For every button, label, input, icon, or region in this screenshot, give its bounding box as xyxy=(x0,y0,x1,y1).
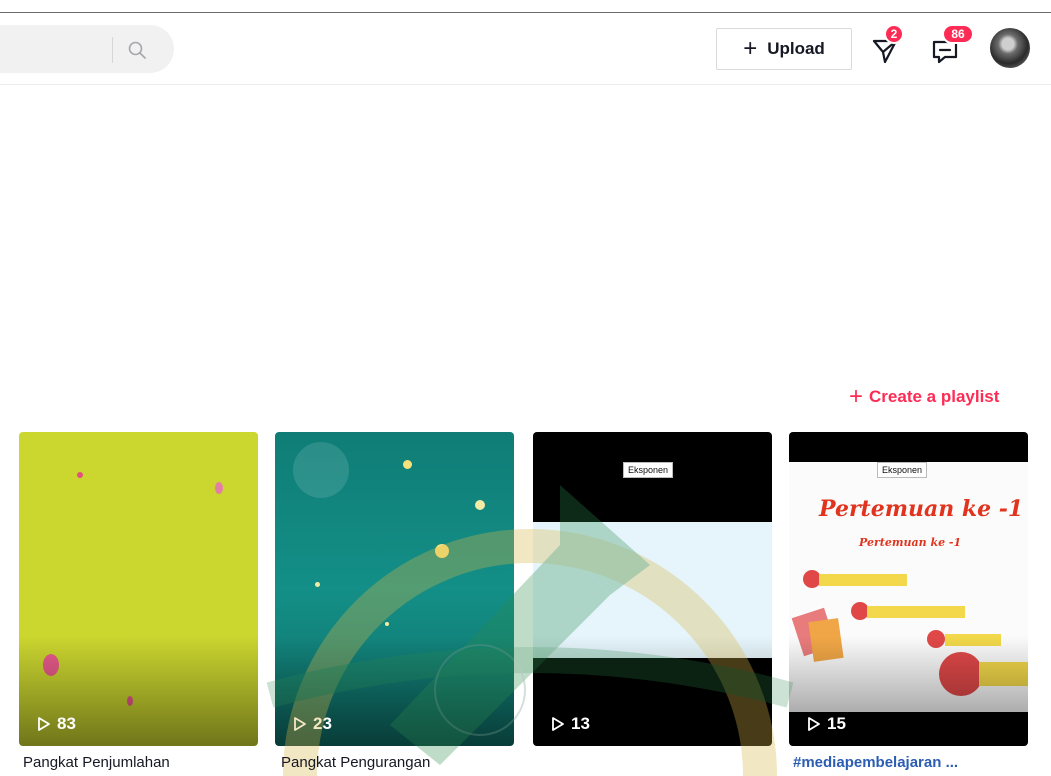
view-count-value: 15 xyxy=(827,714,846,733)
view-count-value: 23 xyxy=(313,714,332,733)
video-card[interactable]: Eksponen Pertemuan ke -1 Pertemuan ke -1… xyxy=(789,432,1028,746)
decoration xyxy=(385,622,389,626)
decoration xyxy=(819,574,907,586)
view-count: 83 xyxy=(37,714,76,734)
inbox-badge: 2 xyxy=(884,24,904,44)
decoration xyxy=(435,544,449,558)
create-playlist-button[interactable]: + Create a playlist xyxy=(849,385,999,409)
search-button[interactable] xyxy=(122,35,152,65)
video-title-hashtag[interactable]: #mediapembelajaran ... xyxy=(793,754,958,771)
view-count-value: 83 xyxy=(57,714,76,733)
plus-icon: + xyxy=(743,35,758,62)
play-icon xyxy=(808,717,820,731)
decoration xyxy=(403,460,412,469)
view-count: 23 xyxy=(293,714,332,734)
video-card[interactable]: Eksponen 13 xyxy=(533,432,772,746)
view-count: 15 xyxy=(807,714,846,734)
upload-label: Upload xyxy=(767,39,825,58)
upload-button[interactable]: + Upload xyxy=(716,28,852,70)
video-title[interactable]: Pangkat Pengurangan xyxy=(281,754,430,771)
inbox-button[interactable]: 2 xyxy=(870,24,904,68)
search-icon xyxy=(128,41,146,59)
play-icon xyxy=(38,717,50,731)
video-title[interactable]: Pangkat Penjumlahan xyxy=(23,754,170,771)
decoration xyxy=(215,482,223,494)
search-divider xyxy=(112,37,113,63)
play-icon xyxy=(552,717,564,731)
video-card[interactable]: 23 xyxy=(275,432,514,746)
plus-icon: + xyxy=(849,383,864,410)
messages-button[interactable]: 86 xyxy=(930,24,974,68)
top-header: + Upload 2 86 xyxy=(0,13,1051,85)
cover-label: Eksponen xyxy=(877,462,928,478)
create-playlist-label: Create a playlist xyxy=(869,387,1000,406)
cover-label: Eksponen xyxy=(623,462,674,478)
search-input[interactable] xyxy=(8,25,108,73)
messages-badge: 86 xyxy=(942,24,974,44)
play-icon xyxy=(294,717,306,731)
decoration xyxy=(475,500,485,510)
view-count-value: 13 xyxy=(571,714,590,733)
view-count: 13 xyxy=(551,714,590,734)
decoration xyxy=(77,472,83,478)
cover-subheading: Pertemuan ke -1 xyxy=(859,536,962,549)
search-bar xyxy=(0,25,174,73)
video-card[interactable]: 83 xyxy=(19,432,258,746)
decoration xyxy=(867,606,965,618)
avatar[interactable] xyxy=(990,28,1030,68)
cover-heading: Pertemuan ke -1 xyxy=(819,496,1024,522)
decoration xyxy=(315,582,320,587)
decoration xyxy=(293,442,349,498)
